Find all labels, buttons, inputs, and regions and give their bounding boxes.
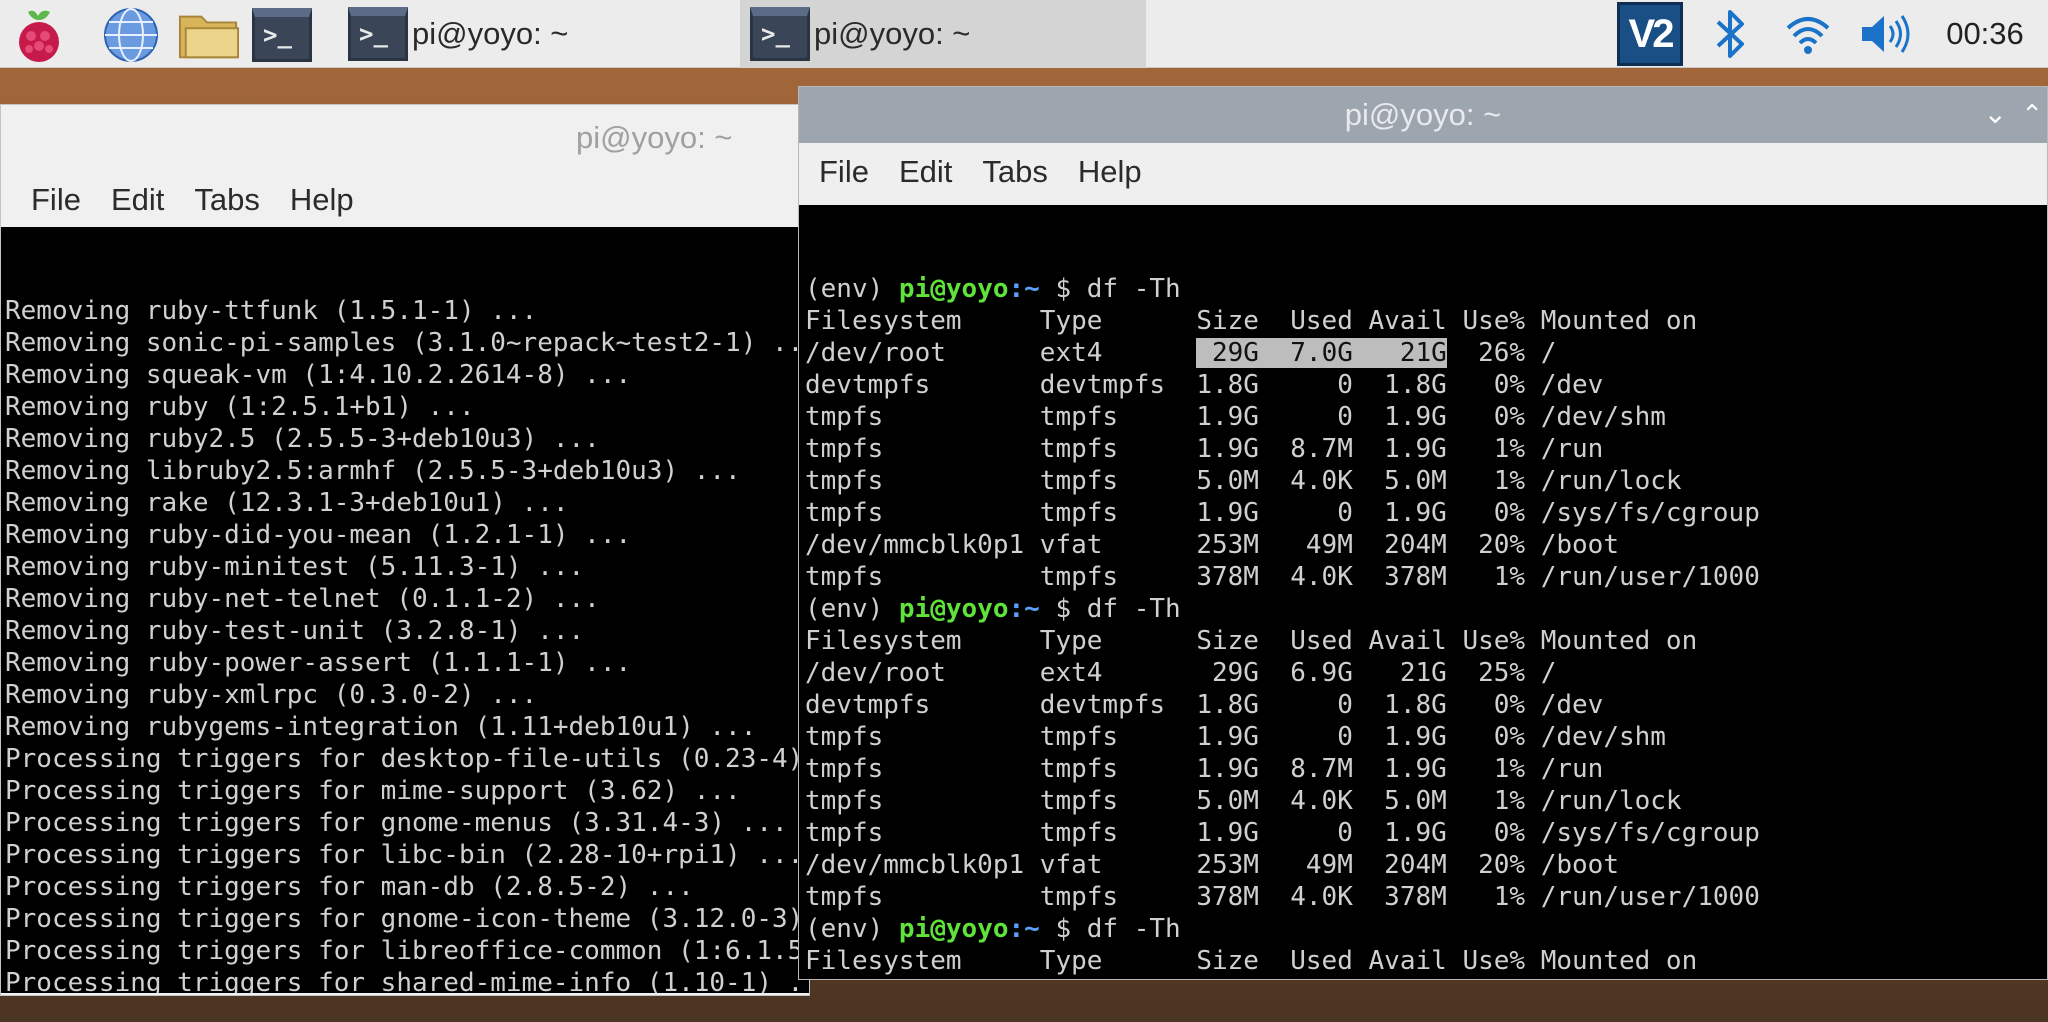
terminal-icon (348, 7, 408, 61)
terminal-line: Removing ruby-minitest (5.11.3-1) ... (5, 552, 585, 582)
vnc-label: V2 (1628, 11, 1675, 56)
df-row: tmpfs tmpfs 1.9G 8.7M 1.9G 1% /run (805, 434, 1604, 464)
terminal-line: Removing sonic-pi-samples (3.1.0~repack~… (5, 328, 809, 358)
df-row: devtmpfs devtmpfs 1.8G 0 1.8G 0% /dev (805, 370, 1604, 400)
raspberry-menu-icon[interactable] (8, 4, 70, 66)
terminal-line: Removing ruby-test-unit (3.2.8-1) ... (5, 616, 585, 646)
df-header: Filesystem Type Size Used Avail Use% Mou… (805, 946, 1698, 976)
df-row: tmpfs tmpfs 1.9G 0 1.9G 0% /dev/shm (805, 402, 1666, 432)
maximize-chevron-icon[interactable]: ⌃ (2021, 99, 2043, 130)
terminal-line: Processing triggers for libreoffice-comm… (5, 936, 809, 966)
web-browser-icon[interactable] (100, 4, 162, 66)
menu-edit[interactable]: Edit (887, 154, 964, 190)
terminal-prompt-line: (env) pi@yoyo:~ $ df -Th (805, 593, 2047, 625)
terminal-prompt-line: (env) pi@yoyo:~ $ df -Th (805, 913, 2047, 945)
bluetooth-icon[interactable] (1706, 0, 1756, 68)
terminal-line: Removing libruby2.5:armhf (2.5.5-3+deb10… (5, 456, 741, 486)
wifi-icon[interactable] (1778, 0, 1838, 68)
df-header: Filesystem Type Size Used Avail Use% Mou… (805, 626, 1698, 656)
menu-tabs[interactable]: Tabs (182, 182, 271, 218)
df-row: /dev/mmcblk0p1 vfat 253M 49M 204M 20% /b… (805, 530, 1619, 560)
menu-file[interactable]: File (19, 182, 93, 218)
terminal-line: Removing ruby-ttfunk (1.5.1-1) ... (5, 296, 538, 326)
df-row: tmpfs tmpfs 1.9G 0 1.9G 0% /sys/fs/cgrou… (805, 818, 1760, 848)
menu-help[interactable]: Help (1066, 154, 1154, 190)
menu-help[interactable]: Help (278, 182, 366, 218)
terminal-line: Removing ruby-power-assert (1.1.1-1) ... (5, 648, 632, 678)
window-titlebar[interactable]: pi@yoyo: ~ ⌄ ⌃ (799, 87, 2047, 143)
terminal-window-left[interactable]: pi@yoyo: ~ File Edit Tabs Help Removing … (0, 104, 810, 996)
prompt-user: pi@yoyo (898, 594, 1009, 624)
terminal-line: Processing triggers for gnome-icon-theme… (5, 904, 809, 934)
vnc-server-icon[interactable]: V2 (1614, 0, 1686, 68)
terminal-line: Processing triggers for gnome-menus (3.3… (5, 808, 788, 838)
task-label: pi@yoyo: ~ (412, 16, 569, 51)
df-row: devtmpfs devtmpfs 1.8G 0 1.8G 0% /dev (805, 690, 1604, 720)
clock-text: 00:36 (1946, 16, 2024, 51)
terminal-launcher-icon[interactable] (252, 4, 315, 66)
df-header: Filesystem Type Size Used Avail Use% Mou… (805, 306, 1698, 336)
prompt-user: pi@yoyo (898, 274, 1009, 304)
window-title: pi@yoyo: ~ (576, 120, 733, 155)
df-row: tmpfs tmpfs 378M 4.0K 378M 1% /run/user/… (805, 882, 1760, 912)
file-manager-icon[interactable] (178, 4, 240, 66)
terminal-prompt-line: (env) pi@yoyo:~ $ df -Th (805, 273, 2047, 305)
prompt-path: :~ (1008, 594, 1056, 624)
window-titlebar[interactable]: pi@yoyo: ~ (1, 105, 809, 171)
df-row: tmpfs tmpfs 378M 4.0K 378M 1% /run/user/… (805, 562, 1760, 592)
df-row: tmpfs tmpfs 5.0M 4.0K 5.0M 1% /run/lock (805, 786, 1682, 816)
terminal-line: Processing triggers for mime-support (3.… (5, 776, 741, 806)
terminal-output[interactable]: Removing ruby-ttfunk (1.5.1-1) ... Removi… (1, 227, 809, 993)
prompt-env: (env) (805, 914, 899, 944)
df-row: tmpfs tmpfs 1.9G 0 1.9G 0% /sys/fs/cgrou… (805, 498, 1760, 528)
terminal-line: Processing triggers for man-db (2.8.5-2)… (5, 872, 694, 902)
df-row: /dev/root ext4 29G 6.9G 21G 25% / (805, 977, 2047, 979)
df-selection: 29G 7.0G 21G (1196, 338, 1447, 368)
terminal-line: Removing rubygems-integration (1.11+deb1… (5, 712, 757, 742)
terminal-line: Processing triggers for libc-bin (2.28-1… (5, 840, 804, 870)
terminal-line: Removing rake (12.3.1-3+deb10u1) ... (5, 488, 569, 518)
terminal-line: Removing ruby-xmlrpc (0.3.0-2) ... (5, 680, 538, 710)
df-row: /dev/root ext4 29G 6.9G 21G 25% / (805, 658, 1557, 688)
df-row: /dev/mmcblk0p1 vfat 253M 49M 204M 20% /b… (805, 850, 1619, 880)
df-row-prefix: /dev/root ext4 (805, 338, 1197, 368)
prompt-path: :~ (1008, 914, 1056, 944)
df-row: tmpfs tmpfs 5.0M 4.0K 5.0M 1% /run/lock (805, 466, 1682, 496)
prompt-path: :~ (1008, 274, 1056, 304)
menu-file[interactable]: File (807, 154, 881, 190)
prompt-user: pi@yoyo (898, 914, 1009, 944)
terminal-line: Removing ruby-net-telnet (0.1.1-2) ... (5, 584, 600, 614)
prompt-env: (env) (805, 274, 899, 304)
terminal-line: Removing ruby-did-you-mean (1.2.1-1) ... (5, 520, 632, 550)
terminal-line: Removing ruby (1:2.5.1+b1) ... (5, 392, 475, 422)
minimize-chevron-icon[interactable]: ⌄ (1984, 97, 2007, 130)
task-label: pi@yoyo: ~ (814, 16, 971, 51)
prompt-env: (env) (805, 594, 899, 624)
menu-tabs[interactable]: Tabs (970, 154, 1059, 190)
menu-bar: File Edit Tabs Help (1, 171, 809, 229)
volume-icon[interactable] (1854, 0, 1918, 68)
terminal-icon (252, 8, 312, 62)
taskbar-task-terminal-1[interactable]: pi@yoyo: ~ (338, 0, 738, 68)
prompt-command: $ df -Th (1055, 914, 1181, 944)
terminal-line: Processing triggers for desktop-file-uti… (5, 744, 809, 774)
terminal-icon (750, 7, 810, 61)
window-title: pi@yoyo: ~ (1344, 97, 1502, 132)
terminal-output[interactable]: (env) pi@yoyo:~ $ df -Th Filesystem Type … (799, 205, 2047, 979)
prompt-command: $ df -Th (1055, 594, 1181, 624)
df-row: tmpfs tmpfs 1.9G 0 1.9G 0% /dev/shm (805, 722, 1666, 752)
taskbar: pi@yoyo: ~ pi@yoyo: ~ V2 00:36 (0, 0, 2048, 68)
terminal-window-right[interactable]: pi@yoyo: ~ ⌄ ⌃ File Edit Tabs Help (env)… (798, 86, 2048, 980)
taskbar-task-terminal-2[interactable]: pi@yoyo: ~ (740, 0, 1146, 68)
clock[interactable]: 00:36 (1930, 0, 2040, 68)
df-row: /dev/root ext4 29G 7.0G 21G 26% / (805, 337, 2047, 369)
terminal-line: Processing triggers for shared-mime-info… (5, 968, 809, 993)
terminal-line: Removing squeak-vm (1:4.10.2.2614-8) ... (5, 360, 632, 390)
menu-edit[interactable]: Edit (99, 182, 176, 218)
prompt-command: $ df -Th (1055, 274, 1181, 304)
df-row-suffix: 26% / (1446, 338, 1557, 368)
df-row: tmpfs tmpfs 1.9G 8.7M 1.9G 1% /run (805, 754, 1604, 784)
menu-bar: File Edit Tabs Help (799, 143, 2047, 201)
terminal-line: Removing ruby2.5 (2.5.5-3+deb10u3) ... (5, 424, 600, 454)
